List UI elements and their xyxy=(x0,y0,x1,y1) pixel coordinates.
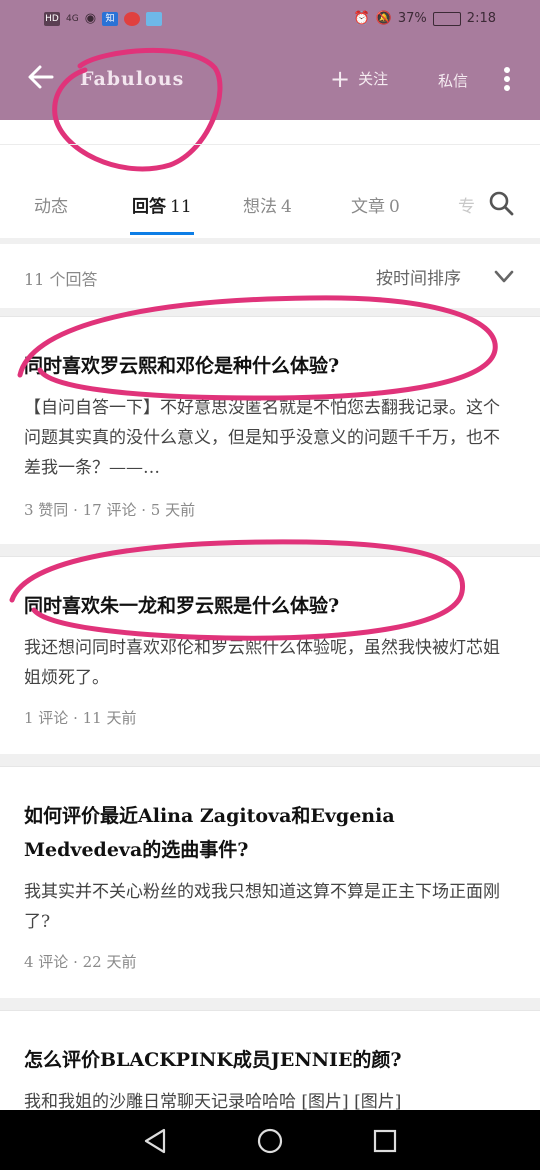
clock: 2:18 xyxy=(466,11,496,26)
tab-activity-label: 动态 xyxy=(34,197,68,217)
more-options-icon[interactable] xyxy=(500,64,514,94)
question-title[interactable]: 同时喜欢罗云熙和邓伦是种什么体验? xyxy=(24,349,516,383)
answer-excerpt[interactable]: 【自问自答一下】不好意思没匿名就是不怕您去翻我记录。这个问题其实真的没什么意义，… xyxy=(24,393,516,483)
tab-answers[interactable]: 回答 11 xyxy=(132,192,192,217)
message-button[interactable]: 私信 xyxy=(438,70,468,91)
profile-header: Fabulous + 关注 私信 xyxy=(0,40,540,120)
nav-recents-icon[interactable] xyxy=(370,1126,400,1156)
battery-icon xyxy=(432,11,461,26)
weibo-app-icon xyxy=(124,11,141,26)
alarm-icon: ⏰ xyxy=(353,11,370,26)
chevron-down-icon[interactable] xyxy=(494,270,514,284)
sort-bar: 11 个回答 按时间排序 xyxy=(0,244,540,309)
answer-card[interactable]: 如何评价最近Alina Zagitova和Evgenia Medvedeva的选… xyxy=(0,766,540,1000)
tab-thoughts-label: 想法 xyxy=(243,197,277,217)
nav-back-icon[interactable] xyxy=(140,1126,170,1156)
status-bar: HD 4G ◉ 知 ⏰ 🔕 37% 2:18 xyxy=(0,0,540,40)
tab-articles-label: 文章 xyxy=(351,197,385,217)
status-icons-right: ⏰ 🔕 37% 2:18 xyxy=(354,11,496,26)
tab-activity[interactable]: 动态 xyxy=(34,192,68,217)
answer-meta: 3 赞同 · 17 评论 · 5 天前 xyxy=(24,501,196,519)
question-title[interactable]: 如何评价最近Alina Zagitova和Evgenia Medvedeva的选… xyxy=(24,799,516,867)
header-spacer xyxy=(0,120,540,145)
plus-icon: + xyxy=(330,64,351,93)
hd-icon: HD xyxy=(44,11,60,26)
battery-percent: 37% xyxy=(397,11,427,26)
zhihu-app-icon: 知 xyxy=(102,11,119,26)
divider xyxy=(0,544,540,556)
tab-thoughts[interactable]: 想法 4 xyxy=(243,192,292,217)
answer-excerpt[interactable]: 我还想问同时喜欢邓伦和罗云熙什么体验呢，虽然我快被灯芯姐姐烦死了。 xyxy=(24,633,516,693)
answer-card[interactable]: 怎么评价BLACKPINK成员JENNIE的颜? 我和我姐的沙雕日常聊天记录哈哈… xyxy=(0,1010,540,1121)
answer-card[interactable]: 同时喜欢朱一龙和罗云熙是什么体验? 我还想问同时喜欢邓伦和罗云熙什么体验呢，虽然… xyxy=(0,556,540,756)
signal-icon: 4G xyxy=(66,13,79,24)
answer-card[interactable]: 同时喜欢罗云熙和邓伦是种什么体验? 【自问自答一下】不好意思没匿名就是不怕您去翻… xyxy=(0,316,540,546)
answer-excerpt[interactable]: 我其实并不关心粉丝的戏我只想知道这算不算是正主下场正面刚了? xyxy=(24,877,516,937)
status-icons-left: HD 4G ◉ 知 xyxy=(44,11,163,26)
question-title[interactable]: 同时喜欢朱一龙和罗云熙是什么体验? xyxy=(24,589,516,623)
mute-icon: 🔕 xyxy=(375,11,392,26)
tab-columns-label: 专 xyxy=(458,197,475,217)
browser-app-icon xyxy=(146,11,163,26)
tab-columns[interactable]: 专 xyxy=(458,192,475,217)
divider xyxy=(0,308,540,316)
answer-meta: 4 评论 · 22 天前 xyxy=(24,953,137,971)
tab-articles[interactable]: 文章 0 xyxy=(351,192,400,217)
tab-answers-label: 回答 xyxy=(132,197,166,217)
divider xyxy=(0,754,540,766)
page-title: Fabulous xyxy=(80,68,185,90)
active-tab-indicator xyxy=(130,232,194,235)
follow-label: 关注 xyxy=(358,70,389,88)
search-icon[interactable] xyxy=(488,190,514,216)
answer-count: 11 个回答 xyxy=(24,270,98,289)
profile-tabs: 动态 回答 11 想法 4 文章 0 专 xyxy=(0,168,540,239)
divider xyxy=(0,998,540,1010)
follow-button[interactable]: + 关注 xyxy=(330,64,389,93)
nav-home-icon[interactable] xyxy=(255,1126,285,1156)
tab-thoughts-count: 4 xyxy=(281,197,292,217)
tab-articles-count: 0 xyxy=(389,197,400,217)
back-arrow-icon[interactable] xyxy=(26,62,56,92)
tab-answers-count: 11 xyxy=(170,197,192,217)
question-title[interactable]: 怎么评价BLACKPINK成员JENNIE的颜? xyxy=(24,1043,516,1077)
eye-icon: ◉ xyxy=(84,11,97,26)
sort-dropdown[interactable]: 按时间排序 xyxy=(376,264,461,289)
system-nav-bar xyxy=(0,1110,540,1170)
answer-meta: 1 评论 · 11 天前 xyxy=(24,709,137,727)
